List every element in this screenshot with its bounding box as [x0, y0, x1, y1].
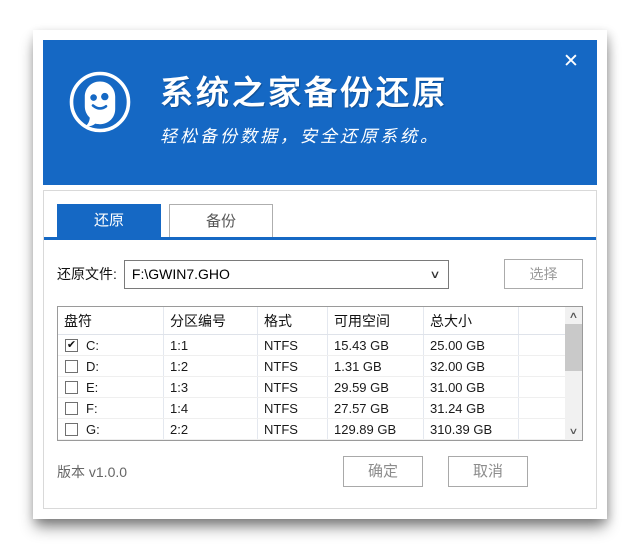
app-header: ✕ 系统之家备份还原 轻松备份数据，安全还原系统。: [43, 40, 597, 185]
restore-file-row: 还原文件: F:\GWIN7.GHO ∨ 选择: [57, 259, 583, 289]
table-row[interactable]: F: 1:4 NTFS 27.57 GB 31.24 GB: [58, 398, 565, 419]
cell-partition: 1:4: [164, 398, 258, 418]
cell-drive: F:: [86, 401, 98, 416]
cell-free: 129.89 GB: [328, 419, 424, 439]
cell-partition: 2:2: [164, 419, 258, 439]
cell-free: 15.43 GB: [328, 335, 424, 355]
cell-total: 310.39 GB: [424, 419, 519, 439]
cell-free: 27.57 GB: [328, 398, 424, 418]
cell-format: NTFS: [258, 398, 328, 418]
cell-total: 31.00 GB: [424, 377, 519, 397]
table-row[interactable]: ✔ C: 1:1 NTFS 15.43 GB 25.00 GB: [58, 335, 565, 356]
close-icon[interactable]: ✕: [559, 50, 583, 74]
cell-partition: 1:1: [164, 335, 258, 355]
ok-button[interactable]: 确定: [343, 456, 423, 487]
cell-total: 32.00 GB: [424, 356, 519, 376]
footer-row: 版本 v1.0.0 确定 取消: [57, 456, 583, 487]
chevron-down-icon[interactable]: ∨: [429, 268, 440, 281]
col-header-partition[interactable]: 分区编号: [164, 307, 258, 334]
cell-partition: 1:2: [164, 356, 258, 376]
partition-grid: 盘符 分区编号 格式 可用空间 总大小 ✔ C: 1:1 NTFS 15.43 G…: [58, 307, 565, 440]
col-header-drive[interactable]: 盘符: [58, 307, 164, 334]
cell-drive: C:: [86, 338, 99, 353]
ghost-logo-icon: [68, 70, 132, 134]
scroll-up-icon[interactable]: ∧: [561, 307, 587, 324]
header-titles: 系统之家备份还原 轻松备份数据，安全还原系统。: [160, 73, 448, 147]
cell-format: NTFS: [258, 335, 328, 355]
cell-format: NTFS: [258, 356, 328, 376]
cell-total: 25.00 GB: [424, 335, 519, 355]
tab-restore[interactable]: 还原: [57, 204, 161, 237]
partition-table: 盘符 分区编号 格式 可用空间 总大小 ✔ C: 1:1 NTFS 15.43 G…: [57, 306, 583, 441]
col-header-free[interactable]: 可用空间: [328, 307, 424, 334]
app-slogan: 轻松备份数据，安全还原系统。: [160, 122, 448, 147]
scroll-down-icon[interactable]: ∨: [561, 423, 587, 440]
cell-format: NTFS: [258, 377, 328, 397]
table-row[interactable]: G: 2:2 NTFS 129.89 GB 310.39 GB: [58, 419, 565, 440]
content-panel: 还原 备份 还原文件: F:\GWIN7.GHO ∨ 选择 盘符 分区编号 格式…: [43, 190, 597, 509]
cancel-button[interactable]: 取消: [448, 456, 528, 487]
restore-file-combobox[interactable]: F:\GWIN7.GHO ∨: [124, 260, 449, 289]
checkbox-checked[interactable]: ✔: [65, 339, 78, 352]
cell-free: 29.59 GB: [328, 377, 424, 397]
table-row[interactable]: D: 1:2 NTFS 1.31 GB 32.00 GB: [58, 356, 565, 377]
tab-bar: 还原 备份: [44, 191, 596, 240]
checkbox-unchecked[interactable]: [65, 423, 78, 436]
check-icon: ✔: [66, 340, 77, 351]
app-window: ✕ 系统之家备份还原 轻松备份数据，安全还原系统。 还原 备份 还原文件: F: [33, 30, 607, 519]
cell-format: NTFS: [258, 419, 328, 439]
cell-drive: D:: [86, 359, 99, 374]
table-header-row: 盘符 分区编号 格式 可用空间 总大小: [58, 307, 565, 335]
cell-total: 31.24 GB: [424, 398, 519, 418]
table-row[interactable]: E: 1:3 NTFS 29.59 GB 31.00 GB: [58, 377, 565, 398]
restore-file-value: F:\GWIN7.GHO: [132, 266, 230, 282]
scrollbar-thumb[interactable]: [565, 324, 582, 371]
cell-drive: G:: [86, 422, 100, 437]
cell-free: 1.31 GB: [328, 356, 424, 376]
app-title: 系统之家备份还原: [160, 73, 448, 113]
version-label: 版本 v1.0.0: [57, 462, 127, 482]
checkbox-unchecked[interactable]: [65, 360, 78, 373]
cell-partition: 1:3: [164, 377, 258, 397]
col-header-format[interactable]: 格式: [258, 307, 328, 334]
table-scrollbar[interactable]: ∧ ∨: [565, 307, 582, 440]
cell-drive: E:: [86, 380, 98, 395]
checkbox-unchecked[interactable]: [65, 381, 78, 394]
checkbox-unchecked[interactable]: [65, 402, 78, 415]
col-header-total[interactable]: 总大小: [424, 307, 519, 334]
select-file-button[interactable]: 选择: [504, 259, 583, 289]
col-header-filler: [519, 307, 565, 334]
restore-file-label: 还原文件:: [57, 264, 117, 284]
tab-backup[interactable]: 备份: [169, 204, 273, 237]
